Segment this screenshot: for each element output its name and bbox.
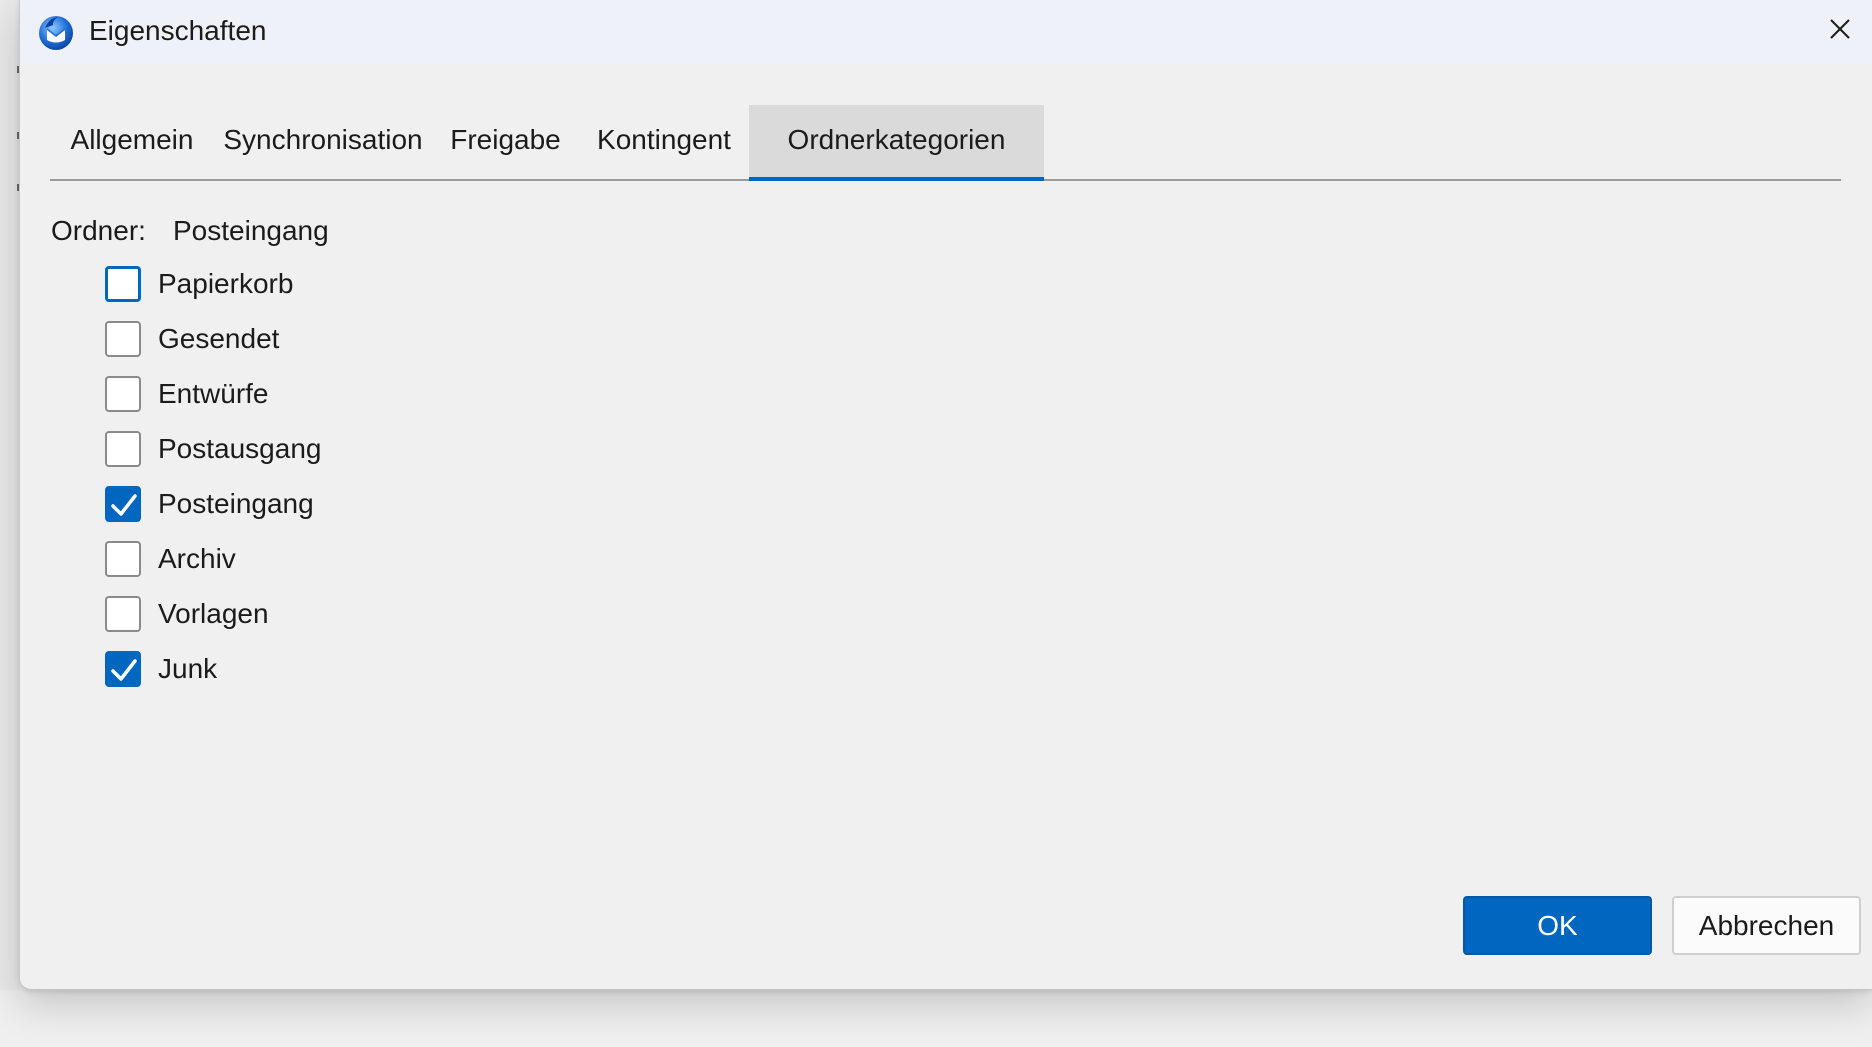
folder-info: Ordner: Posteingang (51, 213, 329, 249)
window-title: Eigenschaften (89, 15, 267, 46)
checkbox-junk[interactable]: Junk (105, 641, 321, 696)
checkbox-archiv[interactable]: Archiv (105, 531, 321, 586)
cancel-button[interactable]: Abbrechen (1672, 896, 1861, 955)
checkbox-label: Entwürfe (158, 377, 269, 409)
tab-synchronisation[interactable]: Synchronisation (214, 105, 432, 179)
tab-ordnerkategorien[interactable]: Ordnerkategorien (749, 105, 1044, 181)
folder-label: Ordner: (51, 215, 146, 246)
tab-kontingent[interactable]: Kontingent (579, 105, 749, 179)
checkbox-box[interactable] (105, 595, 141, 632)
checkbox-posteingang[interactable]: Posteingang (105, 476, 321, 531)
checkbox-entwuerfe[interactable]: Entwürfe (105, 366, 321, 421)
checkbox-box[interactable] (105, 540, 141, 577)
checkbox-label: Papierkorb (158, 267, 294, 299)
checkbox-box[interactable] (105, 375, 141, 412)
checkbox-postausgang[interactable]: Postausgang (105, 421, 321, 476)
checkbox-box[interactable] (105, 485, 141, 522)
checkbox-papierkorb[interactable]: Papierkorb (105, 256, 321, 311)
folder-value: Posteingang (173, 215, 329, 246)
checkbox-gesendet[interactable]: Gesendet (105, 311, 321, 366)
checkbox-label: Archiv (158, 542, 236, 574)
checkmark-icon (111, 493, 137, 516)
folder-category-list: Papierkorb Gesendet Entwürfe Postausgang… (105, 256, 321, 696)
checkbox-label: Junk (158, 652, 218, 684)
background-window-edge (0, 0, 20, 990)
checkbox-box[interactable] (105, 320, 141, 357)
thunderbird-app-icon (36, 12, 76, 52)
tab-allgemein[interactable]: Allgemein (50, 105, 214, 179)
checkmark-icon (111, 658, 137, 681)
tab-freigabe[interactable]: Freigabe (432, 105, 579, 179)
checkbox-label: Vorlagen (158, 597, 269, 629)
checkbox-label: Postausgang (158, 432, 322, 464)
checkbox-vorlagen[interactable]: Vorlagen (105, 586, 321, 641)
properties-dialog: Eigenschaften Allgemein Synchronisation … (19, 0, 1872, 990)
checkbox-box[interactable] (105, 430, 141, 467)
checkbox-label: Posteingang (158, 487, 314, 519)
tab-strip: Allgemein Synchronisation Freigabe Konti… (50, 105, 1841, 181)
checkbox-label: Gesendet (158, 322, 280, 354)
close-icon (1829, 18, 1851, 40)
checkbox-box[interactable] (105, 650, 141, 687)
checkbox-box[interactable] (105, 265, 141, 302)
ok-button[interactable]: OK (1463, 896, 1652, 955)
close-button[interactable] (1808, 0, 1872, 58)
title-bar: Eigenschaften (20, 0, 1872, 64)
